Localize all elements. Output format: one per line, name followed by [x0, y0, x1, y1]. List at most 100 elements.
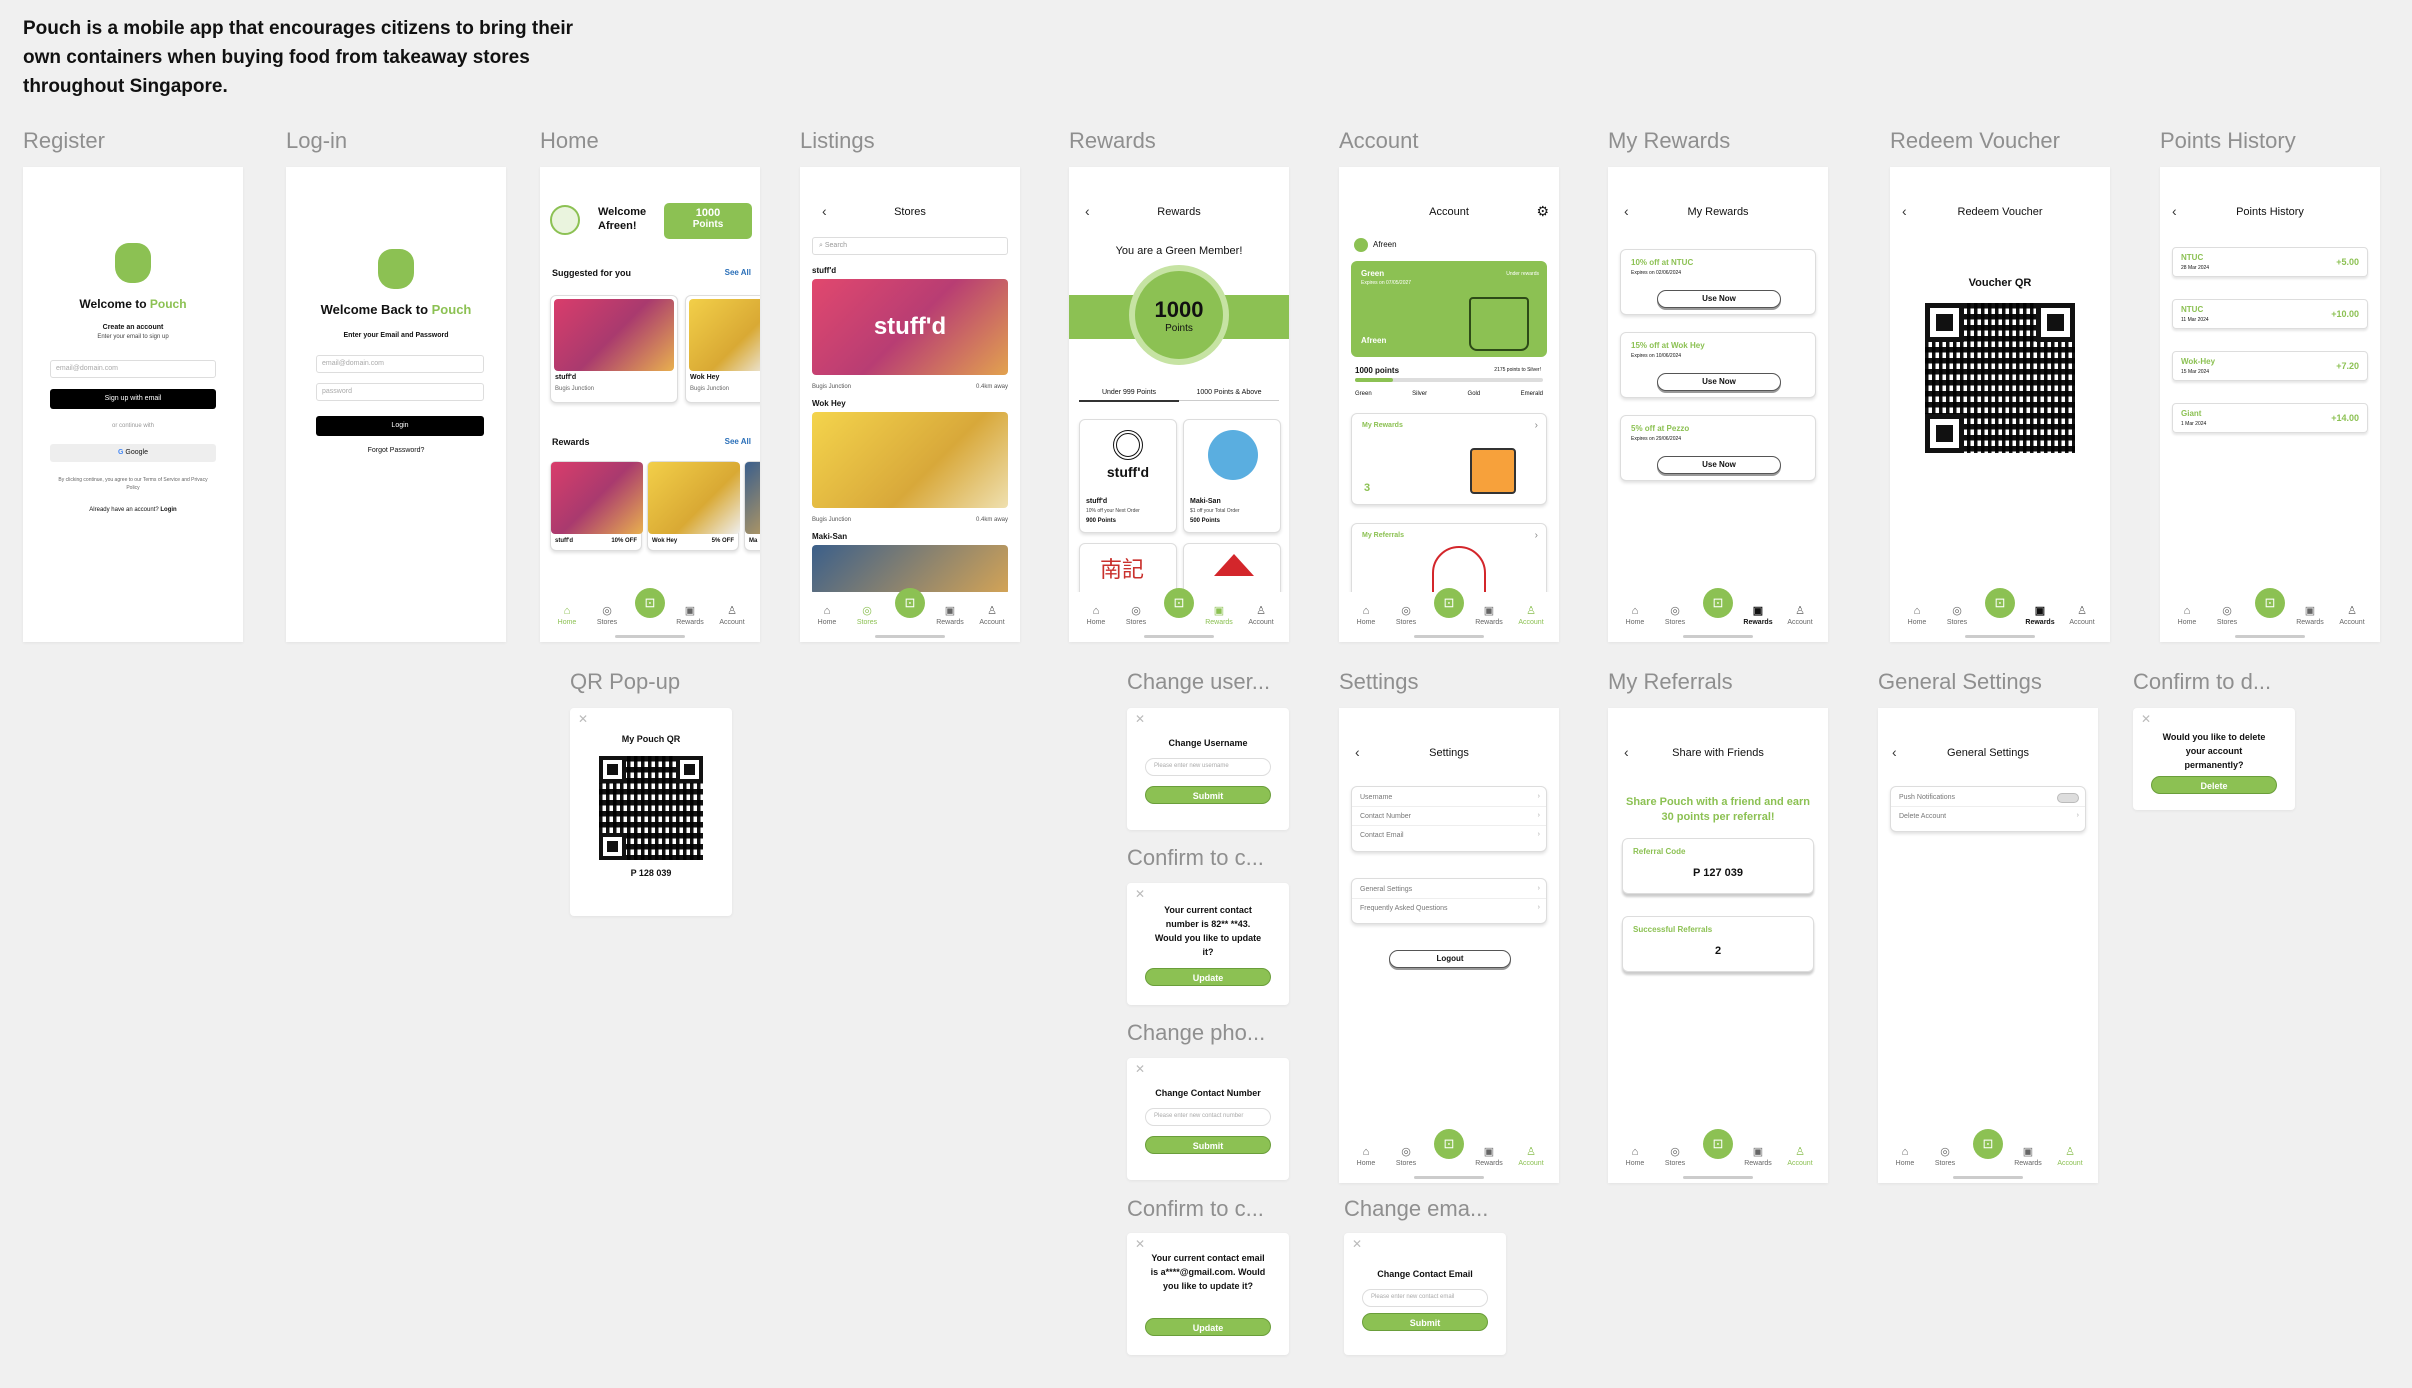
- tab-home[interactable]: ⌂ Home: [1346, 1146, 1386, 1167]
- qr-button[interactable]: ⊡: [1434, 588, 1464, 618]
- tab-rewards[interactable]: ▣ Rewards: [930, 604, 970, 626]
- tab-account[interactable]: ♙ Account: [1511, 1145, 1551, 1167]
- tab-rewards[interactable]: ▣ Rewards: [1469, 604, 1509, 626]
- tab-rewards[interactable]: ▣ Rewards: [670, 604, 710, 626]
- tab-home[interactable]: ⌂ Home: [1897, 605, 1937, 626]
- see-all-suggested-link[interactable]: See All: [725, 268, 751, 277]
- store-image[interactable]: stuff'd: [812, 279, 1008, 375]
- close-icon[interactable]: ✕: [1135, 1237, 1145, 1251]
- reward-card[interactable]: Ma: [744, 461, 760, 551]
- qr-button[interactable]: ⊡: [1164, 588, 1194, 618]
- email-input[interactable]: email@domain.com: [316, 355, 484, 373]
- tab-stores[interactable]: ◎ Stores: [587, 604, 627, 626]
- use-now-button[interactable]: Use Now: [1657, 290, 1781, 308]
- qr-button[interactable]: ⊡: [1703, 588, 1733, 618]
- tab-stores[interactable]: ◎ Stores: [1116, 604, 1156, 626]
- tab-stores[interactable]: ◎ Stores: [1937, 604, 1977, 626]
- store-card[interactable]: stuff'd Bugis Junction: [550, 295, 678, 403]
- tab-home[interactable]: ⌂ Home: [1615, 1146, 1655, 1167]
- tab-home[interactable]: ⌂ Home: [1885, 1146, 1925, 1167]
- login-link[interactable]: Login: [160, 507, 176, 513]
- delete-button[interactable]: Delete: [2151, 776, 2277, 794]
- forgot-password-link[interactable]: Forgot Password?: [286, 447, 506, 454]
- membership-card[interactable]: Green Expires on 07/05/2027 Under reward…: [1351, 261, 1547, 357]
- delete-account-row[interactable]: Delete Account ›: [1891, 808, 2085, 826]
- tab-account[interactable]: ♙ Account: [1511, 604, 1551, 626]
- tab-rewards[interactable]: ▣ Rewards: [1738, 1145, 1778, 1167]
- password-input[interactable]: password: [316, 383, 484, 401]
- use-now-button[interactable]: Use Now: [1657, 456, 1781, 474]
- tab-stores[interactable]: ◎ Stores: [1655, 1145, 1695, 1167]
- qr-button[interactable]: ⊡: [1973, 1129, 2003, 1159]
- tab-account[interactable]: ♙ Account: [1780, 1145, 1820, 1167]
- contact-email-input[interactable]: Please enter new contact email: [1362, 1289, 1488, 1307]
- store-card[interactable]: Wok Hey Bugis Junction: [685, 295, 760, 403]
- username-input[interactable]: Please enter new username: [1145, 758, 1271, 776]
- referral-code-card[interactable]: Referral Code P 127 039: [1622, 838, 1814, 894]
- tab-account[interactable]: ♙ Account: [2062, 604, 2102, 626]
- qr-button[interactable]: ⊡: [1434, 1129, 1464, 1159]
- tab-rewards[interactable]: ▣ Rewards: [1469, 1145, 1509, 1167]
- update-button[interactable]: Update: [1145, 968, 1271, 986]
- close-icon[interactable]: ✕: [1135, 712, 1145, 726]
- reward-card[interactable]: stuff'd 10% OFF: [550, 461, 643, 551]
- use-now-button[interactable]: Use Now: [1657, 373, 1781, 391]
- contact-email-row[interactable]: Contact Email ›: [1352, 827, 1546, 845]
- tab-account[interactable]: ♙ Account: [712, 604, 752, 626]
- close-icon[interactable]: ✕: [1352, 1237, 1362, 1251]
- tab-account[interactable]: ♙ Account: [2050, 1145, 2090, 1167]
- username-row[interactable]: Username ›: [1352, 789, 1546, 807]
- close-icon[interactable]: ✕: [2141, 712, 2151, 726]
- reward-card[interactable]: Maki-San $1 off your Total Order 500 Poi…: [1183, 419, 1281, 533]
- my-rewards-card[interactable]: My Rewards › 3: [1351, 413, 1547, 505]
- tab-rewards[interactable]: ▣ Rewards: [2008, 1145, 2048, 1167]
- tab-under-999[interactable]: Under 999 Points: [1079, 389, 1179, 402]
- reward-card[interactable]: stuff'd stuff'd 10% off your Next Order …: [1079, 419, 1177, 533]
- tab-stores[interactable]: ◎ Stores: [1655, 604, 1695, 626]
- close-icon[interactable]: ✕: [1135, 1062, 1145, 1076]
- avatar[interactable]: [550, 205, 580, 235]
- tab-home[interactable]: ⌂ Home: [1346, 605, 1386, 626]
- logout-button[interactable]: Logout: [1389, 950, 1511, 968]
- tab-home[interactable]: ⌂ Home: [1076, 605, 1116, 626]
- store-image[interactable]: [812, 412, 1008, 508]
- search-input[interactable]: ⌕ Search: [812, 237, 1008, 255]
- tab-home[interactable]: ⌂ Home: [2167, 605, 2207, 626]
- tab-rewards[interactable]: ▣ Rewards: [1738, 604, 1778, 626]
- close-icon[interactable]: ✕: [578, 712, 588, 726]
- tab-stores[interactable]: ◎ Stores: [1386, 604, 1426, 626]
- close-icon[interactable]: ✕: [1135, 887, 1145, 901]
- google-button[interactable]: G Google: [50, 444, 216, 462]
- submit-button[interactable]: Submit: [1362, 1313, 1488, 1331]
- faq-row[interactable]: Frequently Asked Questions ›: [1352, 900, 1546, 918]
- general-settings-row[interactable]: General Settings ›: [1352, 881, 1546, 899]
- tab-account[interactable]: ♙ Account: [972, 604, 1012, 626]
- tab-1000-above[interactable]: 1000 Points & Above: [1179, 389, 1279, 401]
- login-button[interactable]: Login: [316, 416, 484, 436]
- tab-stores[interactable]: ◎ Stores: [847, 604, 887, 626]
- signup-email-button[interactable]: Sign up with email: [50, 389, 216, 409]
- tab-home[interactable]: ⌂ Home: [1615, 605, 1655, 626]
- tab-account[interactable]: ♙ Account: [1241, 604, 1281, 626]
- tab-stores[interactable]: ◎ Stores: [1386, 1145, 1426, 1167]
- qr-button[interactable]: ⊡: [2255, 588, 2285, 618]
- contact-number-row[interactable]: Contact Number ›: [1352, 808, 1546, 826]
- qr-button[interactable]: ⊡: [1703, 1129, 1733, 1159]
- tab-home[interactable]: ⌂ Home: [547, 605, 587, 626]
- reward-card[interactable]: Wok Hey 5% OFF: [647, 461, 740, 551]
- tab-rewards[interactable]: ▣ Rewards: [2290, 604, 2330, 626]
- tab-rewards[interactable]: ▣ Rewards: [2020, 604, 2060, 626]
- update-button[interactable]: Update: [1145, 1318, 1271, 1336]
- push-notifications-toggle[interactable]: [2057, 793, 2079, 803]
- contact-number-input[interactable]: Please enter new contact number: [1145, 1108, 1271, 1126]
- tab-account[interactable]: ♙ Account: [1780, 604, 1820, 626]
- gear-icon[interactable]: ⚙: [1536, 203, 1549, 220]
- tab-stores[interactable]: ◎ Stores: [2207, 604, 2247, 626]
- tab-rewards[interactable]: ▣ Rewards: [1199, 604, 1239, 626]
- tab-stores[interactable]: ◎ Stores: [1925, 1145, 1965, 1167]
- submit-button[interactable]: Submit: [1145, 786, 1271, 804]
- see-all-rewards-link[interactable]: See All: [725, 437, 751, 446]
- qr-button[interactable]: ⊡: [1985, 588, 2015, 618]
- tab-home[interactable]: ⌂ Home: [807, 605, 847, 626]
- qr-button[interactable]: ⊡: [635, 588, 665, 618]
